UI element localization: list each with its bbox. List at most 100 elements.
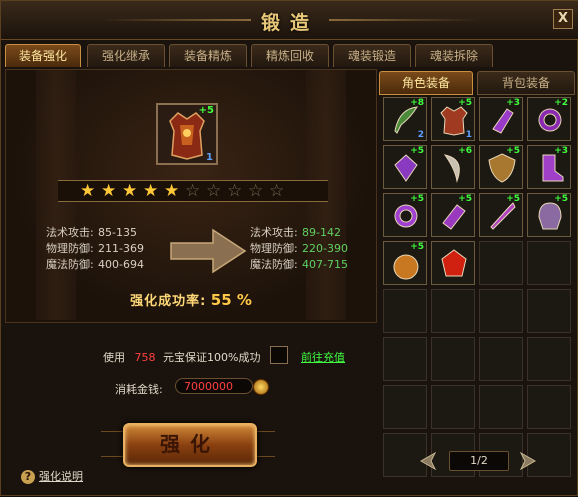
before-stat-label: 魔法防御:	[46, 258, 94, 271]
slot-plus-level: +6	[458, 146, 472, 156]
window-title: 锻造	[260, 12, 319, 34]
ring-icon	[394, 204, 418, 228]
help-link[interactable]: ? 强化说明	[21, 468, 83, 484]
prev-page-icon[interactable]	[417, 451, 439, 471]
empty-slot[interactable]	[479, 337, 523, 381]
star-rating: ★ ★ ★ ★ ★ ☆ ☆ ☆ ☆ ☆	[58, 180, 328, 202]
before-stat-value: 85-135	[98, 226, 137, 239]
star-filled-icon: ★	[122, 181, 138, 201]
after-stat-value: 89-142	[302, 226, 341, 239]
empty-slot[interactable]	[479, 385, 523, 429]
close-button[interactable]: X	[553, 9, 573, 29]
medal-icon	[393, 254, 419, 280]
recharge-link[interactable]: 前往充值	[301, 349, 345, 365]
after-stat-value: 407-715	[302, 258, 348, 271]
guarantee-checkbox[interactable]	[270, 346, 288, 364]
after-stat-label: 法术攻击:	[250, 226, 298, 239]
slot-plus-level: +5	[410, 242, 424, 252]
star-empty-icon: ☆	[227, 181, 243, 201]
inventory-slot[interactable]: +2	[527, 97, 571, 141]
star-filled-icon: ★	[101, 181, 117, 201]
inventory-slot[interactable]: +5	[383, 241, 427, 285]
fang-icon	[443, 154, 460, 183]
empty-slot[interactable]	[527, 385, 571, 429]
slot-plus-level: +5	[506, 146, 520, 156]
amulet-icon	[394, 154, 418, 182]
after-stat-value: 220-390	[302, 242, 348, 255]
empty-slot[interactable]	[431, 289, 475, 333]
cost-value: 7000000	[175, 378, 253, 394]
after-stat-label: 魔法防御:	[250, 258, 298, 271]
tab-soul-dismantle[interactable]: 魂装拆除	[415, 44, 493, 67]
equipment-panel: 角色装备 背包装备 +8 2 +5 1 +3 +2 +5 +6 +5 +3 +5 +5 +5 +5 +5 1…	[379, 69, 577, 497]
inventory-slot[interactable]: +5	[527, 193, 571, 237]
enhance-button[interactable]: 强化	[123, 423, 257, 467]
empty-slot[interactable]	[383, 337, 427, 381]
star-filled-icon: ★	[143, 181, 159, 201]
before-stat-value: 211-369	[98, 242, 144, 255]
slot-plus-level: +2	[554, 98, 568, 108]
success-rate: 强化成功率: 55 %	[6, 290, 376, 309]
inventory-slot[interactable]: +3	[527, 145, 571, 189]
use-prefix: 使用	[103, 351, 125, 364]
success-rate-value: 55 %	[210, 291, 252, 309]
coin-icon	[253, 379, 269, 395]
star-filled-icon: ★	[80, 181, 96, 201]
star-empty-icon: ☆	[248, 181, 264, 201]
pager: 1/2	[417, 449, 541, 473]
inventory-slot[interactable]: +5	[479, 193, 523, 237]
ring-icon	[538, 108, 562, 132]
empty-slot[interactable]	[431, 385, 475, 429]
star-empty-icon: ☆	[185, 181, 201, 201]
tab-soul-forge[interactable]: 魂装锻造	[333, 44, 411, 67]
star-empty-icon: ☆	[269, 181, 285, 201]
item-count: 1	[206, 152, 213, 163]
help-icon: ?	[21, 470, 35, 484]
star-filled-icon: ★	[164, 181, 180, 201]
wand-icon	[490, 202, 516, 230]
slot-count: 1	[465, 130, 472, 140]
shield-icon	[488, 153, 516, 183]
tab-bag-equipment[interactable]: 背包装备	[477, 71, 575, 95]
inventory-slot[interactable]: +5	[383, 193, 427, 237]
inventory-slot[interactable]: +6	[431, 145, 475, 189]
slot-plus-level: +3	[554, 146, 568, 156]
empty-slot[interactable]	[383, 289, 427, 333]
after-stat-label: 物理防御:	[250, 242, 298, 255]
tab-refine[interactable]: 装备精炼	[169, 44, 247, 67]
next-page-icon[interactable]	[517, 451, 539, 471]
gem-icon	[441, 249, 467, 277]
helmet-icon	[538, 202, 562, 230]
slot-plus-level: +3	[506, 98, 520, 108]
empty-slot[interactable]	[527, 241, 571, 285]
success-rate-label: 强化成功率:	[130, 294, 207, 309]
empty-slot[interactable]	[383, 385, 427, 429]
slot-plus-level: +5	[410, 194, 424, 204]
empty-slot[interactable]	[431, 337, 475, 381]
empty-slot[interactable]	[479, 241, 523, 285]
target-item-slot[interactable]: +5 1	[156, 103, 218, 165]
empty-slot[interactable]	[527, 289, 571, 333]
inventory-slot[interactable]: +3	[479, 97, 523, 141]
tab-inherit[interactable]: 强化继承	[87, 44, 165, 67]
slot-plus-level: +5	[458, 194, 472, 204]
before-stat-label: 物理防御:	[46, 242, 94, 255]
help-link-label: 强化说明	[39, 470, 83, 483]
inventory-slot[interactable]: +5	[479, 145, 523, 189]
inventory-slot[interactable]	[431, 241, 475, 285]
inventory-slot[interactable]: +5	[383, 145, 427, 189]
empty-slot[interactable]	[479, 289, 523, 333]
tab-enhance[interactable]: 装备强化	[5, 44, 81, 67]
tab-refine-recycle[interactable]: 精炼回收	[251, 44, 329, 67]
slot-count: 2	[417, 130, 424, 140]
inventory-slot[interactable]: +8 2	[383, 97, 427, 141]
inventory-slot[interactable]: +5	[431, 193, 475, 237]
empty-slot[interactable]	[527, 337, 571, 381]
tab-character-equipment[interactable]: 角色装备	[379, 71, 473, 95]
inventory-slot[interactable]: +5 1	[431, 97, 475, 141]
item-plus-level: +5	[198, 105, 214, 116]
ingot-amount: 758	[134, 351, 156, 364]
guarantee-option: 使用 758 元宝保证100%成功	[103, 349, 260, 365]
slot-plus-level: +5	[506, 194, 520, 204]
enhance-panel: +5 1 ★ ★ ★ ★ ★ ☆ ☆ ☆ ☆ ☆ 法术攻击: 85-135 物理防御: 211-3…	[5, 69, 377, 323]
